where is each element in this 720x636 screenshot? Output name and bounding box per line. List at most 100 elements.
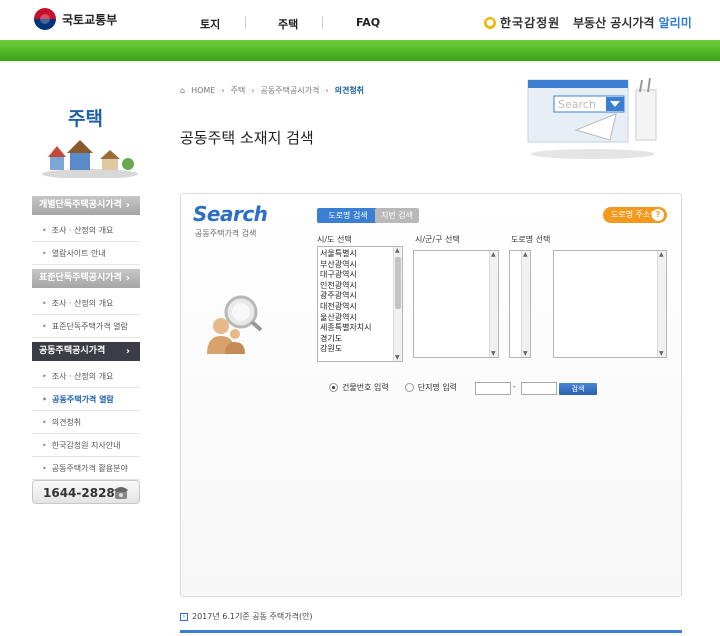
bullet-icon: • xyxy=(42,226,47,235)
chevron-right-icon: › xyxy=(251,86,255,95)
road-listbox[interactable]: ▲ ▼ xyxy=(553,250,667,358)
district-select-label: 시/군/구 선택 xyxy=(415,235,460,244)
chevron-right-icon: › xyxy=(221,86,225,95)
city-option[interactable]: 울산광역시 xyxy=(320,313,372,324)
notice-text[interactable]: 2017년 6.1기준 공동 주택가격(안) xyxy=(192,611,313,622)
panel-search-logo: Search xyxy=(193,202,268,226)
breadcrumb: ⌂ HOME › 주택 › 공동주택공시가격 › 의견청취 xyxy=(180,85,364,96)
road-initial-listbox[interactable]: ▲ ▼ xyxy=(509,250,531,358)
menu-item[interactable]: • 한국감정원 지사안내 xyxy=(32,434,140,457)
tab-lot-number-search[interactable]: 지번 검색 xyxy=(375,208,419,223)
telephone-icon xyxy=(114,487,128,499)
building-sub-number-input[interactable] xyxy=(521,382,557,395)
scroll-up-icon[interactable]: ▲ xyxy=(523,251,528,258)
menu-item-label: 열람사이트 안내 xyxy=(51,249,106,258)
bullet-icon: • xyxy=(42,299,47,308)
phone-number: 1644-2828 xyxy=(43,486,115,500)
scroll-up-icon[interactable]: ▲ xyxy=(395,247,400,254)
number-separator: - xyxy=(513,382,516,391)
agency-logo[interactable]: ● 한국감정원 xyxy=(484,14,560,31)
scroll-up-icon[interactable]: ▲ xyxy=(491,251,496,258)
price-notice: › 2017년 6.1기준 공동 주택가격(안) xyxy=(180,611,313,622)
road-address-help-button[interactable]: 도로명 주소란? xyxy=(603,207,667,223)
menu-item[interactable]: • 표준단독주택가격 열람 xyxy=(32,315,140,338)
agency-name: 한국감정원 xyxy=(500,16,561,30)
scroll-down-icon[interactable]: ▼ xyxy=(491,350,496,357)
search-graphic-text: Search xyxy=(558,98,596,111)
nav-land[interactable]: 토지 xyxy=(200,16,220,32)
city-option[interactable]: 강원도 xyxy=(320,344,372,355)
menu-item[interactable]: • 조사 · 산정의 개요 xyxy=(32,292,140,315)
sidebar-title: 주택 xyxy=(68,108,103,130)
nav-faq[interactable]: FAQ xyxy=(356,16,380,29)
nav-divider xyxy=(245,17,246,29)
radio-complex-name-label: 단지명 입력 xyxy=(417,383,458,392)
menu-group-label: 표준단독주택공시가격 xyxy=(39,273,122,283)
city-list: 서울특별시 부산광역시 대구광역시 인천광역시 광주광역시 대전광역시 울산광역… xyxy=(320,249,372,355)
houses-illustration xyxy=(42,140,138,178)
green-banner xyxy=(0,40,720,61)
city-option[interactable]: 대전광역시 xyxy=(320,302,372,313)
tab-road-name-search[interactable]: 도로명 검색 xyxy=(317,208,379,223)
city-option[interactable]: 경기도 xyxy=(320,334,372,345)
bullet-icon: • xyxy=(42,249,47,258)
district-scrollbar[interactable]: ▲ ▼ xyxy=(489,251,498,357)
menu-item[interactable]: • 열람사이트 안내 xyxy=(32,242,140,265)
radio-building-number[interactable] xyxy=(329,383,338,392)
person-magnifier-illustration xyxy=(207,295,263,354)
scroll-up-icon[interactable]: ▲ xyxy=(659,251,664,258)
breadcrumb-item[interactable]: HOME xyxy=(191,86,215,95)
input-mode-radio-group: 건물번호 입력 단지명 입력 xyxy=(329,382,457,393)
city-option[interactable]: 부산광역시 xyxy=(320,260,372,271)
site-title-accent: 알리미 xyxy=(658,16,692,30)
city-option[interactable]: 광주광역시 xyxy=(320,291,372,302)
bullet-icon: • xyxy=(42,395,48,404)
sidebar-menu: 개별단독주택공시가격 › • 조사 · 산정의 개요 • 열람사이트 안내 표준단독주… xyxy=(32,196,140,480)
breadcrumb-current: 의견청취 xyxy=(334,86,365,95)
bullet-icon: • xyxy=(42,322,47,331)
scroll-thumb[interactable] xyxy=(395,257,401,309)
menu-item-label: 한국감정원 지사안내 xyxy=(51,441,121,450)
menu-group-individual-house[interactable]: 개별단독주택공시가격 › xyxy=(32,196,140,215)
menu-item[interactable]: • 조사 · 산정의 개요 xyxy=(32,219,140,242)
menu-item-current[interactable]: • 공동주택가격 열람 xyxy=(32,388,140,411)
city-option[interactable]: 대구광역시 xyxy=(320,270,372,281)
building-main-number-input[interactable] xyxy=(475,382,511,395)
bullet-icon: • xyxy=(42,441,47,450)
radio-building-number-label: 건물번호 입력 xyxy=(342,383,389,392)
menu-item[interactable]: • 공동주택가격 활용분야 xyxy=(32,457,140,480)
menu-item-label: 의견청취 xyxy=(51,418,82,427)
road-scrollbar[interactable]: ▲ ▼ xyxy=(657,251,666,357)
city-listbox[interactable]: 서울특별시 부산광역시 대구광역시 인천광역시 광주광역시 대전광역시 울산광역… xyxy=(317,246,403,362)
district-listbox[interactable]: ▲ ▼ xyxy=(413,250,499,358)
city-option[interactable]: 인천광역시 xyxy=(320,281,372,292)
menu-item[interactable]: • 의견청취 xyxy=(32,411,140,434)
menu-group-standard-house[interactable]: 표준단독주택공시가격 › xyxy=(32,269,140,288)
question-icon: ? xyxy=(652,209,664,221)
radio-complex-name[interactable] xyxy=(404,383,414,392)
scroll-down-icon[interactable]: ▼ xyxy=(395,354,400,361)
menu-item-label: 조사 · 산정의 개요 xyxy=(51,226,114,235)
bullet-icon: • xyxy=(42,372,47,381)
breadcrumb-item[interactable]: 주택 xyxy=(231,85,246,96)
city-scrollbar[interactable]: ▲ ▼ xyxy=(393,247,402,361)
city-option[interactable]: 세종특별자치시 xyxy=(320,323,372,334)
site-title[interactable]: 부동산 공시가격 알리미 xyxy=(573,14,692,31)
scroll-down-icon[interactable]: ▼ xyxy=(659,350,664,357)
city-option[interactable]: 서울특별시 xyxy=(320,249,372,260)
breadcrumb-item[interactable]: 공동주택공시가격 xyxy=(261,85,320,96)
bullet-icon: • xyxy=(42,464,47,473)
menu-item-label: 조사 · 산정의 개요 xyxy=(51,372,114,381)
chevron-right-icon: › xyxy=(125,346,130,357)
city-select-label: 시/도 선택 xyxy=(317,235,352,244)
agency-mark-icon: ● xyxy=(484,16,496,29)
chevron-right-icon: › xyxy=(325,86,329,95)
nav-housing[interactable]: 주택 xyxy=(278,16,298,32)
chevron-right-icon: › xyxy=(125,273,130,284)
menu-group-apartment[interactable]: 공동주택공시가격 › xyxy=(32,342,140,361)
menu-item[interactable]: • 조사 · 산정의 개요 xyxy=(32,365,140,388)
panel-subtitle: 공동주택가격 검색 xyxy=(195,229,257,238)
road-initial-scrollbar[interactable]: ▲ ▼ xyxy=(521,251,530,357)
scroll-down-icon[interactable]: ▼ xyxy=(523,350,528,357)
search-button[interactable]: 검색 xyxy=(559,383,597,395)
